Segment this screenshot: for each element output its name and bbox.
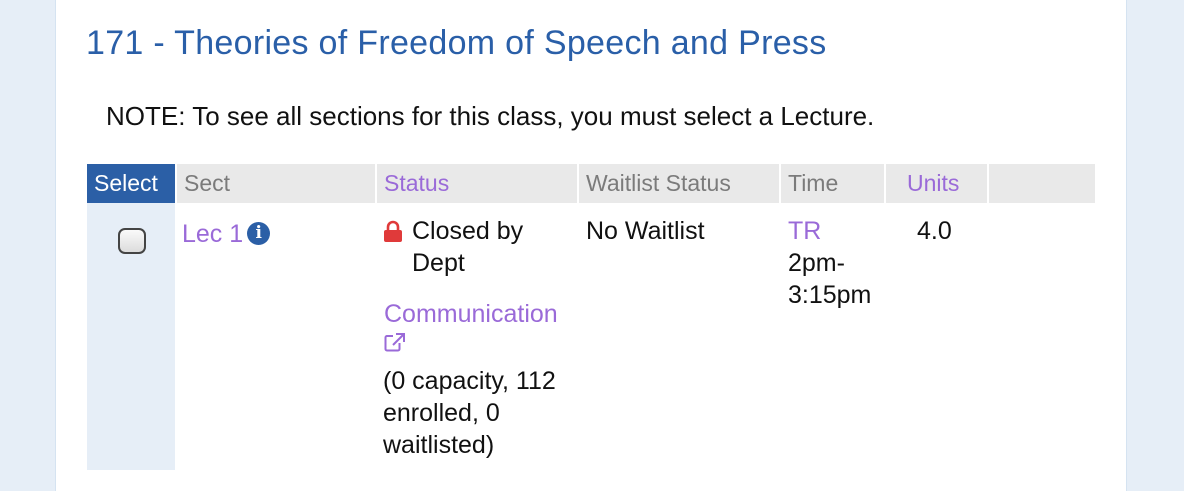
header-waitlist-status: Waitlist Status: [579, 164, 779, 203]
left-page-margin: [0, 0, 55, 491]
status-closed-line1: Closed by: [412, 217, 524, 245]
capacity-line2: enrolled, 0: [383, 399, 500, 427]
header-status[interactable]: Status: [377, 164, 577, 203]
units-value: 4.0: [917, 217, 952, 245]
capacity-line3: waitlisted): [383, 431, 495, 459]
external-link-icon[interactable]: [384, 332, 406, 352]
info-icon[interactable]: i: [247, 222, 271, 245]
header-empty: [989, 164, 1095, 203]
right-page-margin: [1126, 0, 1184, 491]
meeting-days-link[interactable]: TR: [788, 215, 821, 247]
class-section-panel: 171 - Theories of Freedom of Speech and …: [55, 0, 1127, 491]
lock-icon: [384, 220, 402, 242]
time-line2: 3:15pm: [788, 281, 872, 309]
lecture-note: NOTE: To see all sections for this class…: [106, 101, 875, 131]
section-label[interactable]: Lec 1: [182, 220, 243, 248]
section-select-checkbox[interactable]: [118, 228, 146, 254]
section-link[interactable]: Lec 1i: [182, 218, 271, 250]
header-select: Select: [87, 164, 175, 203]
department-link[interactable]: Communication: [384, 298, 558, 330]
header-units[interactable]: Units: [886, 164, 987, 203]
waitlist-status: No Waitlist: [586, 217, 705, 245]
course-title: 171 - Theories of Freedom of Speech and …: [86, 24, 827, 62]
status-closed-line2: Dept: [412, 249, 465, 277]
header-time: Time: [781, 164, 884, 203]
header-sect: Sect: [177, 164, 375, 203]
capacity-line1: (0 capacity, 112: [383, 367, 556, 395]
time-line1: 2pm-: [788, 249, 845, 277]
